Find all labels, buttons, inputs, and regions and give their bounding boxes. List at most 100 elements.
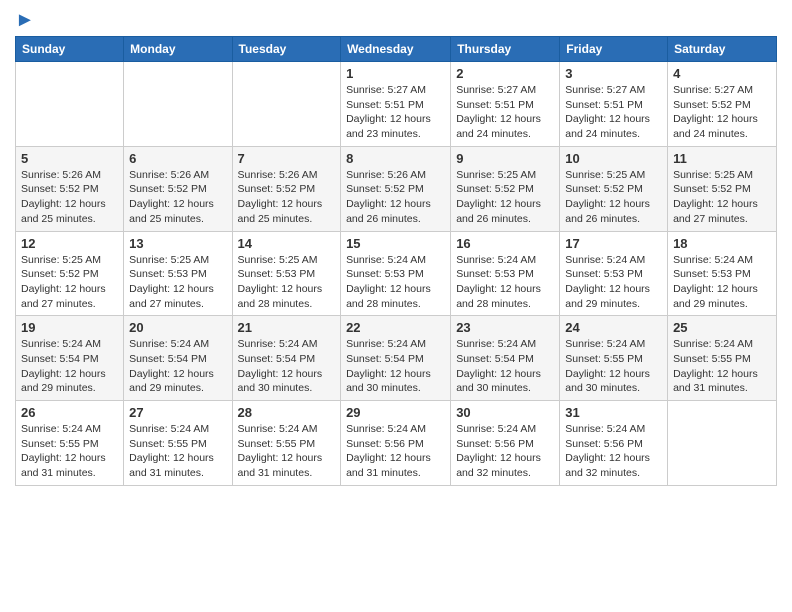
day-number: 4 — [673, 66, 771, 81]
day-info: Sunrise: 5:27 AM Sunset: 5:51 PM Dayligh… — [565, 83, 662, 142]
day-info: Sunrise: 5:24 AM Sunset: 5:54 PM Dayligh… — [238, 337, 336, 396]
day-info: Sunrise: 5:24 AM Sunset: 5:53 PM Dayligh… — [673, 253, 771, 312]
day-cell-17: 17 Sunrise: 5:24 AM Sunset: 5:53 PM Dayli… — [560, 231, 668, 316]
day-number: 21 — [238, 320, 336, 335]
day-cell-28: 28 Sunrise: 5:24 AM Sunset: 5:55 PM Dayli… — [232, 401, 341, 486]
day-number: 20 — [129, 320, 226, 335]
day-cell-24: 24 Sunrise: 5:24 AM Sunset: 5:55 PM Dayli… — [560, 316, 668, 401]
day-cell-25: 25 Sunrise: 5:24 AM Sunset: 5:55 PM Dayli… — [668, 316, 777, 401]
day-number: 30 — [456, 405, 554, 420]
weekday-header-tuesday: Tuesday — [232, 37, 341, 62]
day-cell-3: 3 Sunrise: 5:27 AM Sunset: 5:51 PM Daylig… — [560, 62, 668, 147]
day-info: Sunrise: 5:27 AM Sunset: 5:51 PM Dayligh… — [346, 83, 445, 142]
day-cell-7: 7 Sunrise: 5:26 AM Sunset: 5:52 PM Daylig… — [232, 146, 341, 231]
day-info: Sunrise: 5:25 AM Sunset: 5:53 PM Dayligh… — [129, 253, 226, 312]
day-cell-21: 21 Sunrise: 5:24 AM Sunset: 5:54 PM Dayli… — [232, 316, 341, 401]
day-cell-10: 10 Sunrise: 5:25 AM Sunset: 5:52 PM Dayli… — [560, 146, 668, 231]
day-cell-11: 11 Sunrise: 5:25 AM Sunset: 5:52 PM Dayli… — [668, 146, 777, 231]
day-cell-8: 8Sunrise: 5:26 AM Sunset: 5:52 PM Daylig… — [341, 146, 451, 231]
day-number: 31 — [565, 405, 662, 420]
day-info: Sunrise: 5:24 AM Sunset: 5:56 PM Dayligh… — [565, 422, 662, 481]
day-number: 16 — [456, 236, 554, 251]
day-cell-19: 19 Sunrise: 5:24 AM Sunset: 5:54 PM Dayli… — [16, 316, 124, 401]
day-cell-23: 23Sunrise: 5:24 AM Sunset: 5:54 PM Dayli… — [451, 316, 560, 401]
day-cell-31: 31 Sunrise: 5:24 AM Sunset: 5:56 PM Dayli… — [560, 401, 668, 486]
day-info: Sunrise: 5:24 AM Sunset: 5:53 PM Dayligh… — [346, 253, 445, 312]
weekday-header-row: SundayMondayTuesdayWednesdayThursdayFrid… — [16, 37, 777, 62]
day-info: Sunrise: 5:26 AM Sunset: 5:52 PM Dayligh… — [129, 168, 226, 227]
day-cell-29: 29Sunrise: 5:24 AM Sunset: 5:56 PM Dayli… — [341, 401, 451, 486]
day-info: Sunrise: 5:27 AM Sunset: 5:52 PM Dayligh… — [673, 83, 771, 142]
day-info: Sunrise: 5:24 AM Sunset: 5:55 PM Dayligh… — [129, 422, 226, 481]
weekday-header-thursday: Thursday — [451, 37, 560, 62]
day-cell-30: 30Sunrise: 5:24 AM Sunset: 5:56 PM Dayli… — [451, 401, 560, 486]
day-info: Sunrise: 5:25 AM Sunset: 5:52 PM Dayligh… — [21, 253, 118, 312]
day-info: Sunrise: 5:27 AM Sunset: 5:51 PM Dayligh… — [456, 83, 554, 142]
day-cell-12: 12 Sunrise: 5:25 AM Sunset: 5:52 PM Dayli… — [16, 231, 124, 316]
day-cell-9: 9Sunrise: 5:25 AM Sunset: 5:52 PM Daylig… — [451, 146, 560, 231]
day-cell-4: 4 Sunrise: 5:27 AM Sunset: 5:52 PM Daylig… — [668, 62, 777, 147]
day-info: Sunrise: 5:25 AM Sunset: 5:53 PM Dayligh… — [238, 253, 336, 312]
weekday-header-friday: Friday — [560, 37, 668, 62]
day-cell-5: 5 Sunrise: 5:26 AM Sunset: 5:52 PM Daylig… — [16, 146, 124, 231]
day-cell-26: 26 Sunrise: 5:24 AM Sunset: 5:55 PM Dayli… — [16, 401, 124, 486]
day-info: Sunrise: 5:24 AM Sunset: 5:56 PM Dayligh… — [346, 422, 445, 481]
empty-cell — [124, 62, 232, 147]
day-cell-6: 6 Sunrise: 5:26 AM Sunset: 5:52 PM Daylig… — [124, 146, 232, 231]
day-info: Sunrise: 5:26 AM Sunset: 5:52 PM Dayligh… — [238, 168, 336, 227]
week-row-2: 5 Sunrise: 5:26 AM Sunset: 5:52 PM Daylig… — [16, 146, 777, 231]
day-info: Sunrise: 5:24 AM Sunset: 5:55 PM Dayligh… — [565, 337, 662, 396]
week-row-1: 1 Sunrise: 5:27 AM Sunset: 5:51 PM Daylig… — [16, 62, 777, 147]
day-number: 28 — [238, 405, 336, 420]
day-number: 12 — [21, 236, 118, 251]
day-info: Sunrise: 5:25 AM Sunset: 5:52 PM Dayligh… — [673, 168, 771, 227]
day-info: Sunrise: 5:24 AM Sunset: 5:55 PM Dayligh… — [238, 422, 336, 481]
header: ► — [15, 10, 777, 30]
week-row-3: 12 Sunrise: 5:25 AM Sunset: 5:52 PM Dayli… — [16, 231, 777, 316]
day-number: 3 — [565, 66, 662, 81]
day-number: 25 — [673, 320, 771, 335]
weekday-header-wednesday: Wednesday — [341, 37, 451, 62]
day-cell-16: 16Sunrise: 5:24 AM Sunset: 5:53 PM Dayli… — [451, 231, 560, 316]
day-number: 10 — [565, 151, 662, 166]
logo-icon: ► — [15, 10, 35, 30]
day-cell-20: 20 Sunrise: 5:24 AM Sunset: 5:54 PM Dayli… — [124, 316, 232, 401]
day-number: 11 — [673, 151, 771, 166]
day-number: 6 — [129, 151, 226, 166]
day-info: Sunrise: 5:24 AM Sunset: 5:53 PM Dayligh… — [565, 253, 662, 312]
day-number: 17 — [565, 236, 662, 251]
day-number: 19 — [21, 320, 118, 335]
day-info: Sunrise: 5:24 AM Sunset: 5:55 PM Dayligh… — [21, 422, 118, 481]
weekday-header-saturday: Saturday — [668, 37, 777, 62]
day-number: 23 — [456, 320, 554, 335]
day-info: Sunrise: 5:24 AM Sunset: 5:54 PM Dayligh… — [346, 337, 445, 396]
day-number: 14 — [238, 236, 336, 251]
day-number: 13 — [129, 236, 226, 251]
day-number: 5 — [21, 151, 118, 166]
day-cell-2: 2 Sunrise: 5:27 AM Sunset: 5:51 PM Daylig… — [451, 62, 560, 147]
calendar-table: SundayMondayTuesdayWednesdayThursdayFrid… — [15, 36, 777, 486]
day-info: Sunrise: 5:24 AM Sunset: 5:54 PM Dayligh… — [21, 337, 118, 396]
day-number: 18 — [673, 236, 771, 251]
day-number: 15 — [346, 236, 445, 251]
day-number: 7 — [238, 151, 336, 166]
day-number: 9 — [456, 151, 554, 166]
day-number: 24 — [565, 320, 662, 335]
day-number: 27 — [129, 405, 226, 420]
day-info: Sunrise: 5:26 AM Sunset: 5:52 PM Dayligh… — [21, 168, 118, 227]
day-number: 2 — [456, 66, 554, 81]
day-info: Sunrise: 5:25 AM Sunset: 5:52 PM Dayligh… — [565, 168, 662, 227]
day-cell-27: 27 Sunrise: 5:24 AM Sunset: 5:55 PM Dayli… — [124, 401, 232, 486]
empty-cell — [668, 401, 777, 486]
day-cell-15: 15 Sunrise: 5:24 AM Sunset: 5:53 PM Dayli… — [341, 231, 451, 316]
weekday-header-monday: Monday — [124, 37, 232, 62]
day-info: Sunrise: 5:24 AM Sunset: 5:54 PM Dayligh… — [129, 337, 226, 396]
empty-cell — [16, 62, 124, 147]
day-number: 26 — [21, 405, 118, 420]
weekday-header-sunday: Sunday — [16, 37, 124, 62]
day-info: Sunrise: 5:24 AM Sunset: 5:55 PM Dayligh… — [673, 337, 771, 396]
day-number: 1 — [346, 66, 445, 81]
day-number: 22 — [346, 320, 445, 335]
day-info: Sunrise: 5:26 AM Sunset: 5:52 PM Dayligh… — [346, 168, 445, 227]
day-cell-14: 14 Sunrise: 5:25 AM Sunset: 5:53 PM Dayli… — [232, 231, 341, 316]
